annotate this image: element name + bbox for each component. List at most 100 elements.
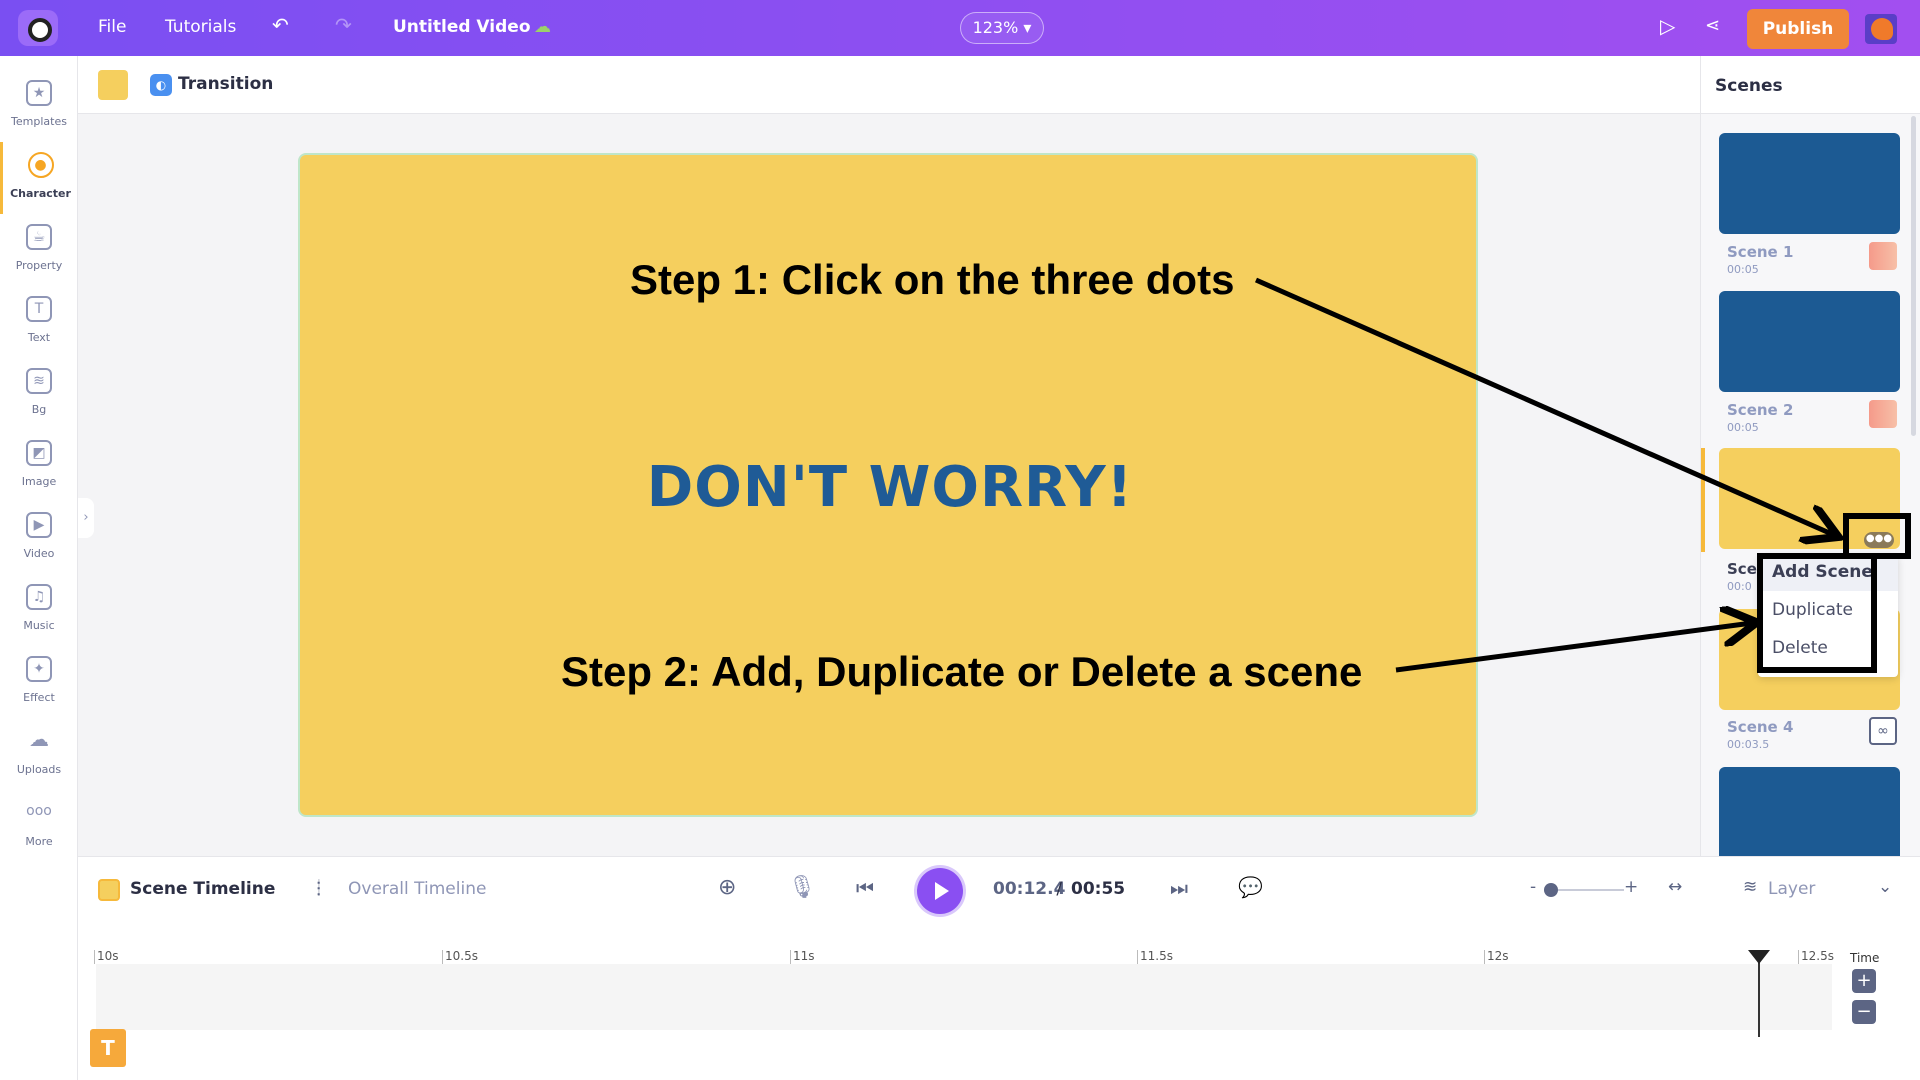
- more-icon: ooo: [26, 803, 52, 819]
- transition-link-icon[interactable]: ∞: [1869, 717, 1897, 745]
- fit-width-icon[interactable]: ↔: [1668, 877, 1682, 897]
- scenes-title: Scenes: [1701, 56, 1920, 114]
- sidebar-label: Property: [15, 259, 63, 272]
- layer-stack-icon: ≋: [1743, 877, 1758, 897]
- text-layer-block[interactable]: T: [90, 1029, 126, 1067]
- sidebar-label: Image: [21, 475, 57, 488]
- scene-duration: 00:0: [1727, 580, 1752, 593]
- redo-icon[interactable]: ↷: [335, 13, 352, 37]
- preview-play-icon[interactable]: ▷: [1660, 14, 1675, 38]
- overall-timeline-icon: ⫶: [316, 877, 321, 901]
- active-scene-marker: [1701, 448, 1705, 552]
- clapper-icon: ★: [26, 80, 52, 106]
- menu-item-duplicate[interactable]: Duplicate: [1772, 600, 1853, 620]
- microphone-icon[interactable]: 🎙: [788, 875, 816, 900]
- share-icon[interactable]: ⋖: [1705, 15, 1720, 36]
- person-icon: ●: [27, 152, 54, 178]
- menu-item-delete[interactable]: Delete: [1772, 638, 1828, 658]
- skip-back-icon[interactable]: ⏮: [856, 876, 874, 900]
- time-zoom-in-button[interactable]: +: [1852, 969, 1876, 993]
- scene-options-dots-button[interactable]: ●●●: [1864, 532, 1894, 548]
- zoom-slider-handle[interactable]: [1544, 883, 1558, 897]
- scene-canvas[interactable]: DON'T WORRY!: [298, 153, 1478, 817]
- avatar[interactable]: [1865, 14, 1897, 44]
- sidebar-label: Video: [23, 547, 55, 560]
- image-icon: ◩: [26, 440, 52, 466]
- scenes-panel: Scenes Scene 1 00:05 Scene 2 00:05 Sce 0…: [1700, 56, 1920, 868]
- scene-name: Sce: [1727, 560, 1757, 578]
- element-toolbar: ◐ Transition: [78, 56, 1700, 114]
- screen-record-icon[interactable]: ⊕: [718, 875, 736, 900]
- tutorials-menu[interactable]: Tutorials: [165, 17, 236, 37]
- sparkle-icon: ✦: [26, 656, 52, 682]
- step1-annotation: Step 1: Click on the three dots: [630, 256, 1235, 303]
- layer-button[interactable]: Layer: [1768, 879, 1815, 899]
- menu-item-add-scene[interactable]: Add Scene: [1772, 562, 1873, 582]
- zoom-out-minus[interactable]: -: [1530, 877, 1536, 897]
- play-button[interactable]: [917, 868, 963, 914]
- color-swatch[interactable]: [98, 70, 128, 100]
- sidebar-item-music[interactable]: ♫ Music: [0, 574, 78, 646]
- time-zoom-out-button[interactable]: −: [1852, 1000, 1876, 1024]
- scene-duration: 00:05: [1727, 263, 1759, 276]
- sidebar-label: Text: [27, 331, 51, 344]
- file-menu[interactable]: File: [98, 17, 126, 37]
- top-bar: File Tutorials ↶ ↷ Untitled Video ☁ 123%…: [0, 0, 1920, 56]
- scene-duration: 00:03.5: [1727, 738, 1770, 751]
- app-logo[interactable]: [18, 10, 58, 46]
- teapot-icon: ☕: [26, 224, 52, 250]
- scene-thumbnail-5[interactable]: [1719, 767, 1900, 868]
- tab-overall-timeline[interactable]: Overall Timeline: [348, 879, 486, 899]
- scene-name: Scene 2: [1727, 401, 1794, 419]
- undo-icon[interactable]: ↶: [272, 13, 289, 37]
- tick-label: 10.5s: [442, 950, 478, 964]
- sidebar-item-bg[interactable]: ≋ Bg: [0, 358, 78, 430]
- sidebar-item-video[interactable]: ▶ Video: [0, 502, 78, 574]
- tick-label: 10s: [94, 950, 119, 964]
- video-title[interactable]: Untitled Video: [393, 17, 531, 37]
- step2-annotation: Step 2: Add, Duplicate or Delete a scene: [561, 648, 1363, 695]
- publish-button[interactable]: Publish: [1747, 9, 1849, 49]
- scene-thumbnail-1[interactable]: [1719, 133, 1900, 234]
- headline-text[interactable]: DON'T WORRY!: [300, 455, 1480, 520]
- scene-transition-icon[interactable]: [1869, 242, 1897, 270]
- tab-scene-timeline[interactable]: Scene Timeline: [130, 879, 275, 899]
- sidebar-item-more[interactable]: ooo More: [0, 790, 78, 862]
- skip-forward-icon[interactable]: ⏭: [1170, 876, 1188, 900]
- cloud-upload-icon: ☁: [29, 727, 49, 751]
- time-zoom-label: Time: [1850, 951, 1880, 965]
- tick-label: 11.5s: [1137, 950, 1173, 964]
- scene-name: Scene 1: [1727, 243, 1794, 261]
- scene-thumbnail-2[interactable]: [1719, 291, 1900, 392]
- zoom-in-plus[interactable]: +: [1624, 877, 1638, 897]
- playhead[interactable]: [1748, 950, 1770, 1037]
- tick-label: 12s: [1484, 950, 1509, 964]
- transition-button[interactable]: Transition: [178, 74, 273, 94]
- time-separator: /: [1051, 879, 1068, 899]
- sidebar-item-uploads[interactable]: ☁ Uploads: [0, 718, 78, 790]
- subtitles-icon[interactable]: 💬: [1238, 875, 1263, 899]
- zoom-dropdown[interactable]: 123% ▾: [960, 12, 1044, 44]
- total-time: 00:55: [1071, 879, 1126, 899]
- collapse-chevron-icon[interactable]: ⌄: [1878, 877, 1892, 897]
- scenes-scrollbar[interactable]: [1911, 116, 1916, 436]
- scene-transition-icon[interactable]: [1869, 400, 1897, 428]
- sidebar-item-character[interactable]: ● Character: [0, 142, 78, 214]
- left-sidebar: ★ Templates ● Character ☕ Property T Text ≋ B…: [0, 56, 78, 1080]
- sidebar-item-text[interactable]: T Text: [0, 286, 78, 358]
- sidebar-label: Character: [10, 187, 71, 200]
- sidebar-item-templates[interactable]: ★ Templates: [0, 70, 78, 142]
- timeline-track[interactable]: [96, 964, 1832, 1030]
- sidebar-label: Templates: [11, 115, 67, 128]
- video-icon: ▶: [26, 512, 52, 538]
- layers-icon: ≋: [26, 368, 52, 394]
- sidebar-item-property[interactable]: ☕ Property: [0, 214, 78, 286]
- expand-panel-chevron-icon[interactable]: ›: [78, 498, 94, 538]
- scene-timeline-icon: [98, 879, 120, 901]
- sidebar-label: Uploads: [16, 763, 62, 776]
- timeline-panel: Scene Timeline | ⫶ Overall Timeline ⊕ 🎙 …: [78, 856, 1920, 1080]
- sidebar-item-image[interactable]: ◩ Image: [0, 430, 78, 502]
- sidebar-item-effect[interactable]: ✦ Effect: [0, 646, 78, 718]
- sidebar-label: More: [25, 835, 53, 848]
- transition-icon[interactable]: ◐: [150, 74, 172, 96]
